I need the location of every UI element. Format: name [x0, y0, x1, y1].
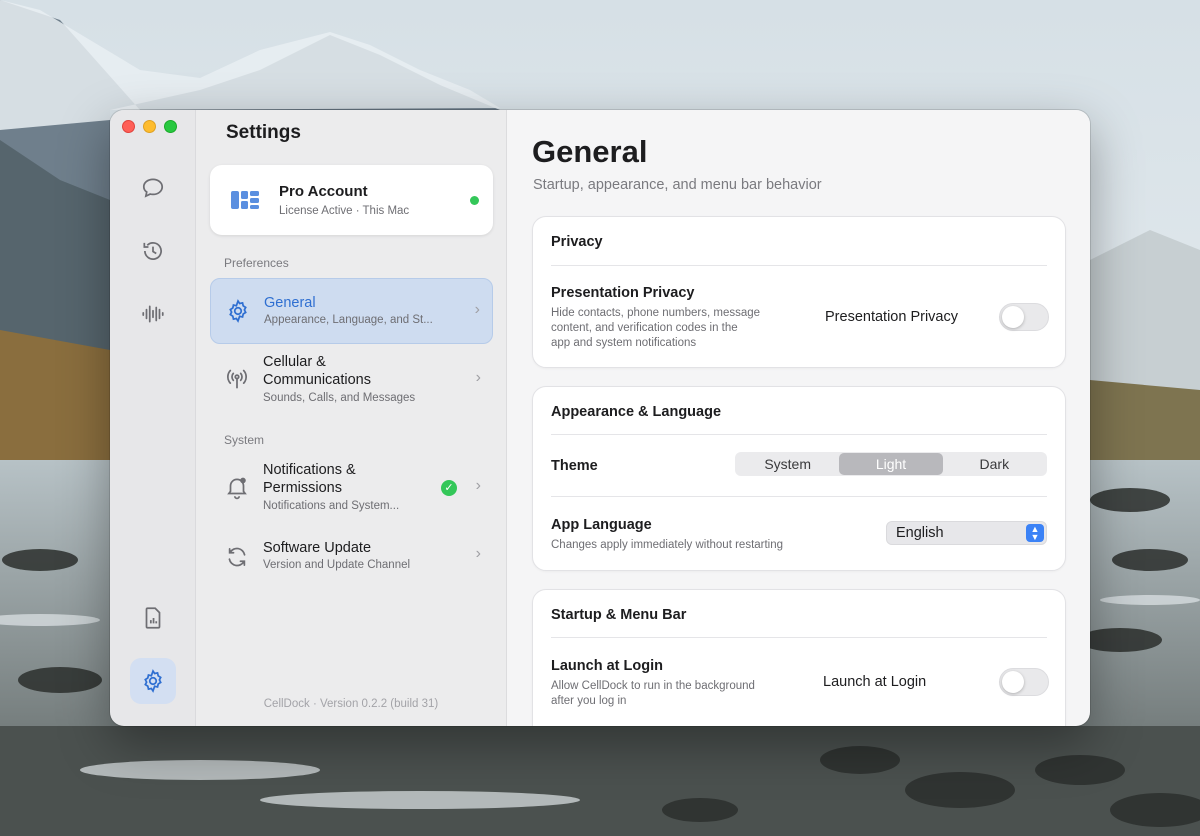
description-line: app and system notifications — [551, 337, 697, 349]
waveform-icon — [142, 305, 164, 323]
refresh-icon — [228, 547, 246, 567]
theme-segmented-control: System Light Dark — [735, 452, 1047, 476]
close-window-button[interactable] — [122, 120, 135, 133]
sidebar-item-desc: Sounds, Calls, and Messages — [263, 392, 416, 404]
appearance-language-card: Appearance & Language Theme System Light… — [532, 386, 1066, 571]
description-line: content, and verification codes in the — [551, 322, 738, 334]
zoom-window-button[interactable] — [164, 120, 177, 133]
chevron-right-icon: › — [474, 301, 480, 318]
chevron-right-icon: › — [475, 369, 481, 386]
sidebar-item-label: Cellular & Communications — [263, 354, 371, 388]
sim-card-icon — [145, 607, 161, 629]
description-line: Allow CellDock to run in the background — [551, 680, 755, 692]
setting-title: Launch at Login — [551, 658, 663, 674]
rail-messages-button[interactable] — [130, 165, 176, 211]
version-footer: CellDock · Version 0.2.2 (build 31) — [263, 698, 439, 710]
presentation-privacy-toggle[interactable] — [999, 303, 1049, 331]
sidebar-item-software-update[interactable]: Software Update Version and Update Chann… — [210, 530, 493, 584]
sidebar-item-desc: Version and Update Channel — [263, 559, 411, 571]
card-title: Privacy — [551, 234, 603, 250]
privacy-card: Privacy Presentation Privacy Hide contac… — [532, 216, 1066, 368]
card-title: Appearance & Language — [551, 404, 722, 420]
description-line: after you log in — [551, 695, 627, 707]
rail-audio-button[interactable] — [130, 291, 176, 337]
card-title: Startup & Menu Bar — [551, 607, 687, 623]
pro-account-name: Pro Account — [279, 183, 368, 200]
section-label-preferences: Preferences — [224, 256, 289, 270]
theme-option-light[interactable]: Light — [839, 453, 943, 475]
main-content: General Startup, appearance, and menu ba… — [507, 110, 1090, 726]
sidebar-item-label: General — [264, 295, 316, 311]
theme-option-dark[interactable]: Dark — [943, 453, 1046, 475]
bell-icon — [227, 477, 247, 500]
rail-sim-button[interactable] — [130, 595, 176, 641]
app-language-select[interactable]: English ▲ ▼ — [886, 521, 1047, 545]
sidebar-item-desc: Notifications and System... — [263, 500, 400, 512]
selected-language: English — [896, 525, 944, 541]
theme-option-system[interactable]: System — [736, 453, 839, 475]
sidebar-item-cellular[interactable]: Cellular & Communications Sounds, Calls,… — [210, 348, 493, 414]
sidebar-title: Settings — [226, 122, 301, 143]
gear-icon — [229, 299, 247, 323]
sidebar-item-label: Notifications & Permissions — [263, 462, 356, 496]
sidebar-item-general[interactable]: General Appearance, Language, and St... … — [210, 278, 493, 344]
description-line: Hide contacts, phone numbers, message — [551, 307, 761, 319]
launch-at-login-toggle-label: Launch at Login — [823, 674, 927, 690]
section-label-system: System — [224, 433, 265, 447]
chevron-right-icon: › — [475, 545, 481, 562]
divider — [551, 434, 1047, 435]
rail-settings-button[interactable] — [130, 658, 176, 704]
page-subtitle: Startup, appearance, and menu bar behavi… — [533, 177, 822, 193]
sidebar-item-desc: Appearance, Language, and St... — [264, 314, 433, 326]
minimize-window-button[interactable] — [143, 120, 156, 133]
pro-account-card[interactable]: Pro Account License Active · This Mac — [210, 165, 493, 235]
toggle-knob — [1002, 306, 1024, 328]
license-card-icon — [231, 191, 259, 209]
settings-sidebar: Settings Pro Account License Active · Th… — [196, 110, 507, 726]
startup-menubar-card: Startup & Menu Bar Launch at Login Allow… — [532, 589, 1066, 726]
sidebar-item-label: Software Update — [263, 540, 372, 556]
pro-account-status: License Active · This Mac — [279, 205, 410, 217]
launch-at-login-toggle[interactable] — [999, 668, 1049, 696]
select-updown-icon: ▲ ▼ — [1026, 524, 1044, 542]
history-icon — [143, 242, 162, 260]
divider — [551, 637, 1047, 638]
divider — [551, 496, 1047, 497]
setting-description: Hide contacts, phone numbers, message co… — [551, 306, 760, 351]
divider — [551, 265, 1047, 266]
checkmark-badge-icon: ✓ — [441, 480, 457, 496]
window-controls — [122, 120, 177, 133]
antenna-icon — [226, 369, 248, 389]
chat-bubble-icon — [142, 178, 164, 198]
icon-rail — [110, 110, 196, 726]
gear-icon — [144, 669, 162, 693]
toggle-knob — [1002, 671, 1024, 693]
presentation-privacy-toggle-label: Presentation Privacy — [825, 309, 958, 325]
rail-history-button[interactable] — [130, 228, 176, 274]
settings-window: Settings Pro Account License Active · Th… — [110, 110, 1090, 726]
chevron-right-icon: › — [475, 477, 481, 494]
sidebar-item-notifications[interactable]: Notifications & Permissions Notification… — [210, 456, 493, 522]
license-status-dot — [470, 196, 479, 205]
app-language-description: Changes apply immediately without restar… — [551, 539, 784, 551]
setting-title: Presentation Privacy — [551, 285, 695, 301]
page-title: General — [532, 134, 648, 169]
app-language-label: App Language — [551, 517, 652, 533]
theme-label: Theme — [551, 458, 598, 474]
setting-description: Allow CellDock to run in the background … — [551, 679, 755, 709]
